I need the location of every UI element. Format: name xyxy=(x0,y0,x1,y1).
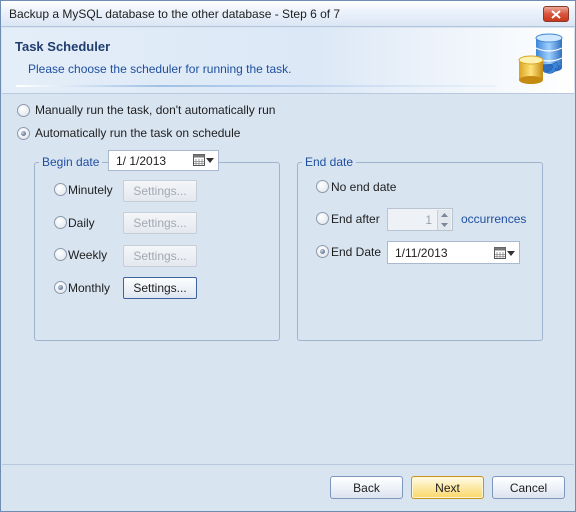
next-button[interactable]: Next xyxy=(411,476,484,499)
end-date-legend: End date xyxy=(302,155,357,169)
end-after-radio[interactable] xyxy=(316,212,329,225)
header-divider xyxy=(16,85,496,87)
daily-radio[interactable] xyxy=(54,216,67,229)
cancel-button[interactable]: Cancel xyxy=(492,476,565,499)
wizard-header: Task Scheduler Please choose the schedul… xyxy=(2,28,574,94)
calendar-icon[interactable] xyxy=(193,154,205,166)
monthly-settings-button[interactable]: Settings... xyxy=(123,277,197,299)
wizard-window: Backup a MySQL database to the other dat… xyxy=(0,0,576,512)
end-after-label[interactable]: End after xyxy=(331,212,380,226)
begin-date-picker[interactable]: 1/ 1/2013 xyxy=(108,150,219,171)
occurrences-stepper[interactable]: 1 xyxy=(387,208,453,231)
begin-date-legend: Begin date xyxy=(39,155,103,169)
chevron-down-icon[interactable] xyxy=(507,251,515,256)
manual-run-radio[interactable] xyxy=(17,104,30,117)
daily-label[interactable]: Daily xyxy=(68,216,95,230)
title-bar: Backup a MySQL database to the other dat… xyxy=(1,1,575,27)
end-date-picker[interactable]: 1/11/2013 xyxy=(387,241,520,264)
minutely-radio[interactable] xyxy=(54,183,67,196)
close-icon xyxy=(551,9,561,19)
monthly-label[interactable]: Monthly xyxy=(68,281,110,295)
no-end-date-label[interactable]: No end date xyxy=(331,180,396,194)
monthly-radio[interactable] xyxy=(54,281,67,294)
window-title: Backup a MySQL database to the other dat… xyxy=(9,7,341,21)
weekly-label[interactable]: Weekly xyxy=(68,248,107,262)
spin-up-button[interactable] xyxy=(437,210,451,220)
end-date-label[interactable]: End Date xyxy=(331,245,381,259)
page-title: Task Scheduler xyxy=(15,39,111,54)
occurrences-label: occurrences xyxy=(461,212,527,226)
manual-run-label[interactable]: Manually run the task, don't automatical… xyxy=(35,103,275,117)
auto-run-label[interactable]: Automatically run the task on schedule xyxy=(35,126,240,140)
calendar-icon[interactable] xyxy=(494,247,506,259)
chevron-down-icon xyxy=(441,223,448,227)
weekly-radio[interactable] xyxy=(54,248,67,261)
spin-down-button[interactable] xyxy=(437,220,451,230)
no-end-date-radio[interactable] xyxy=(316,180,329,193)
begin-date-value[interactable]: 1/ 1/2013 xyxy=(116,154,166,168)
footer-divider xyxy=(2,464,574,465)
chevron-up-icon xyxy=(441,213,448,217)
auto-run-radio[interactable] xyxy=(17,127,30,140)
occurrences-value[interactable]: 1 xyxy=(425,213,432,227)
daily-settings-button[interactable]: Settings... xyxy=(123,212,197,234)
end-date-value[interactable]: 1/11/2013 xyxy=(395,246,448,260)
chevron-down-icon[interactable] xyxy=(206,158,214,163)
end-date-radio[interactable] xyxy=(316,245,329,258)
database-icon xyxy=(518,33,563,84)
back-button[interactable]: Back xyxy=(330,476,403,499)
page-subtitle: Please choose the scheduler for running … xyxy=(28,62,292,76)
minutely-label[interactable]: Minutely xyxy=(68,183,113,197)
close-button[interactable] xyxy=(543,6,569,22)
minutely-settings-button[interactable]: Settings... xyxy=(123,180,197,202)
weekly-settings-button[interactable]: Settings... xyxy=(123,245,197,267)
